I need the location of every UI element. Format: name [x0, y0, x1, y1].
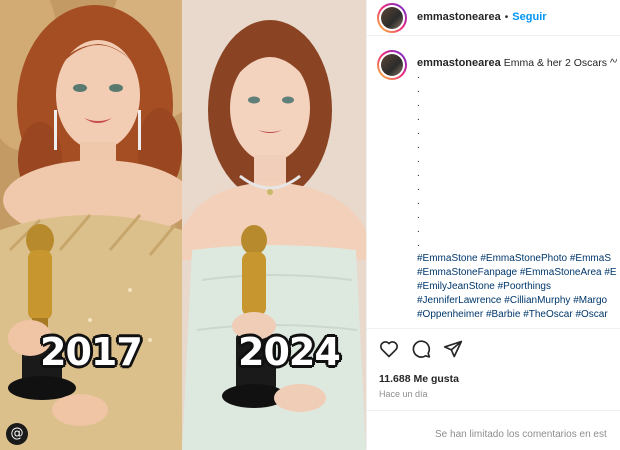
- photo-2024-illustration: [182, 0, 366, 450]
- caption-avatar[interactable]: [377, 50, 407, 80]
- caption-username[interactable]: emmastonearea: [417, 57, 501, 69]
- caption-text: emmastonearea Emma & her 2 Oscars ^^ . .…: [417, 56, 617, 322]
- photo-2017: [0, 0, 182, 450]
- threads-icon[interactable]: @: [6, 423, 28, 445]
- share-icon[interactable]: [443, 339, 463, 359]
- caption-dot: .: [417, 210, 420, 221]
- caption-dot: .: [417, 126, 420, 137]
- comments-limited-notice: Se han limitado los comentarios en est: [367, 410, 620, 450]
- caption-dot: .: [417, 112, 420, 123]
- hashtag-link[interactable]: #EmilyJeanStone: [417, 281, 495, 292]
- hashtag-link[interactable]: #Margo: [573, 295, 607, 306]
- separator-dot: •: [504, 12, 509, 23]
- post-sidebar: emmastonearea • Seguir emmastonearea Emma …: [366, 0, 620, 450]
- hashtag-link[interactable]: #JenniferLawrence: [417, 295, 502, 306]
- caption-dot: .: [417, 140, 420, 151]
- post-actions: 11.688 Me gusta Hace un día: [367, 328, 620, 410]
- hashtag-link[interactable]: #EmmaStonePhoto: [480, 253, 567, 264]
- caption-dot: .: [417, 154, 420, 165]
- like-count[interactable]: 11.688 Me gusta: [379, 373, 459, 385]
- hashtag-link[interactable]: #Oscar: [575, 309, 607, 320]
- action-icon-row: [379, 339, 463, 361]
- hashtag-line: #JenniferLawrence #CillianMurphy #Margo: [417, 294, 617, 308]
- hashtag-line: #EmilyJeanStone #Poorthings: [417, 280, 617, 294]
- caption-dot: .: [417, 98, 420, 109]
- hashtag-link[interactable]: #Barbie: [486, 309, 520, 320]
- caption-dot: .: [417, 224, 420, 235]
- post-timestamp[interactable]: Hace un día: [379, 389, 428, 399]
- caption-body: Emma & her 2 Oscars ^^: [503, 57, 617, 69]
- photo-2017-illustration: [0, 0, 182, 450]
- heart-icon[interactable]: [379, 339, 399, 359]
- post-header: emmastonearea • Seguir: [367, 0, 620, 36]
- caption-dot: .: [417, 84, 420, 95]
- hashtag-link[interactable]: #TheOscar: [523, 309, 572, 320]
- post-image[interactable]: 2017 2024 @: [0, 0, 366, 450]
- comment-icon[interactable]: [411, 339, 431, 359]
- header-username[interactable]: emmastonearea: [417, 11, 501, 23]
- caption-dot: .: [417, 196, 420, 207]
- year-label-2024: 2024: [238, 330, 341, 374]
- hashtag-link[interactable]: #Emm: [604, 267, 617, 278]
- hashtag-list: #EmmaStone #EmmaStonePhoto #EmmaS #EmmaS…: [417, 252, 617, 322]
- hashtag-link[interactable]: #EmmaStoneFanpage: [417, 267, 517, 278]
- hashtag-line: #EmmaStoneFanpage #EmmaStoneArea #Emm: [417, 266, 617, 280]
- hashtag-link[interactable]: #Oppenheimer: [417, 309, 483, 320]
- hashtag-link[interactable]: #EmmaStone: [417, 253, 478, 264]
- comments-limited-text: Se han limitado los comentarios en est: [435, 429, 607, 440]
- avatar[interactable]: [377, 3, 407, 33]
- caption-dot: .: [417, 238, 420, 249]
- hashtag-line: #EmmaStone #EmmaStonePhoto #EmmaS: [417, 252, 617, 266]
- hashtag-line: #Oppenheimer #Barbie #TheOscar #Oscar: [417, 308, 617, 322]
- hashtag-link[interactable]: #Poorthings: [498, 281, 551, 292]
- follow-button[interactable]: Seguir: [512, 11, 546, 23]
- caption-first-line: emmastonearea Emma & her 2 Oscars ^^: [417, 56, 617, 70]
- caption-dot: .: [417, 168, 420, 179]
- caption-dot: .: [417, 182, 420, 193]
- year-label-2017: 2017: [40, 330, 143, 374]
- hashtag-link[interactable]: #CillianMurphy: [504, 295, 570, 306]
- hashtag-link[interactable]: #EmmaS: [570, 253, 611, 264]
- caption-dots: . . . . . . . . . . . . .: [417, 70, 617, 252]
- caption-dot: .: [417, 70, 420, 81]
- photo-2024: [182, 0, 366, 450]
- hashtag-link[interactable]: #EmmaStoneArea: [520, 267, 602, 278]
- header-user-row: emmastonearea • Seguir: [417, 11, 547, 23]
- caption-area: emmastonearea Emma & her 2 Oscars ^^ . .…: [367, 36, 620, 328]
